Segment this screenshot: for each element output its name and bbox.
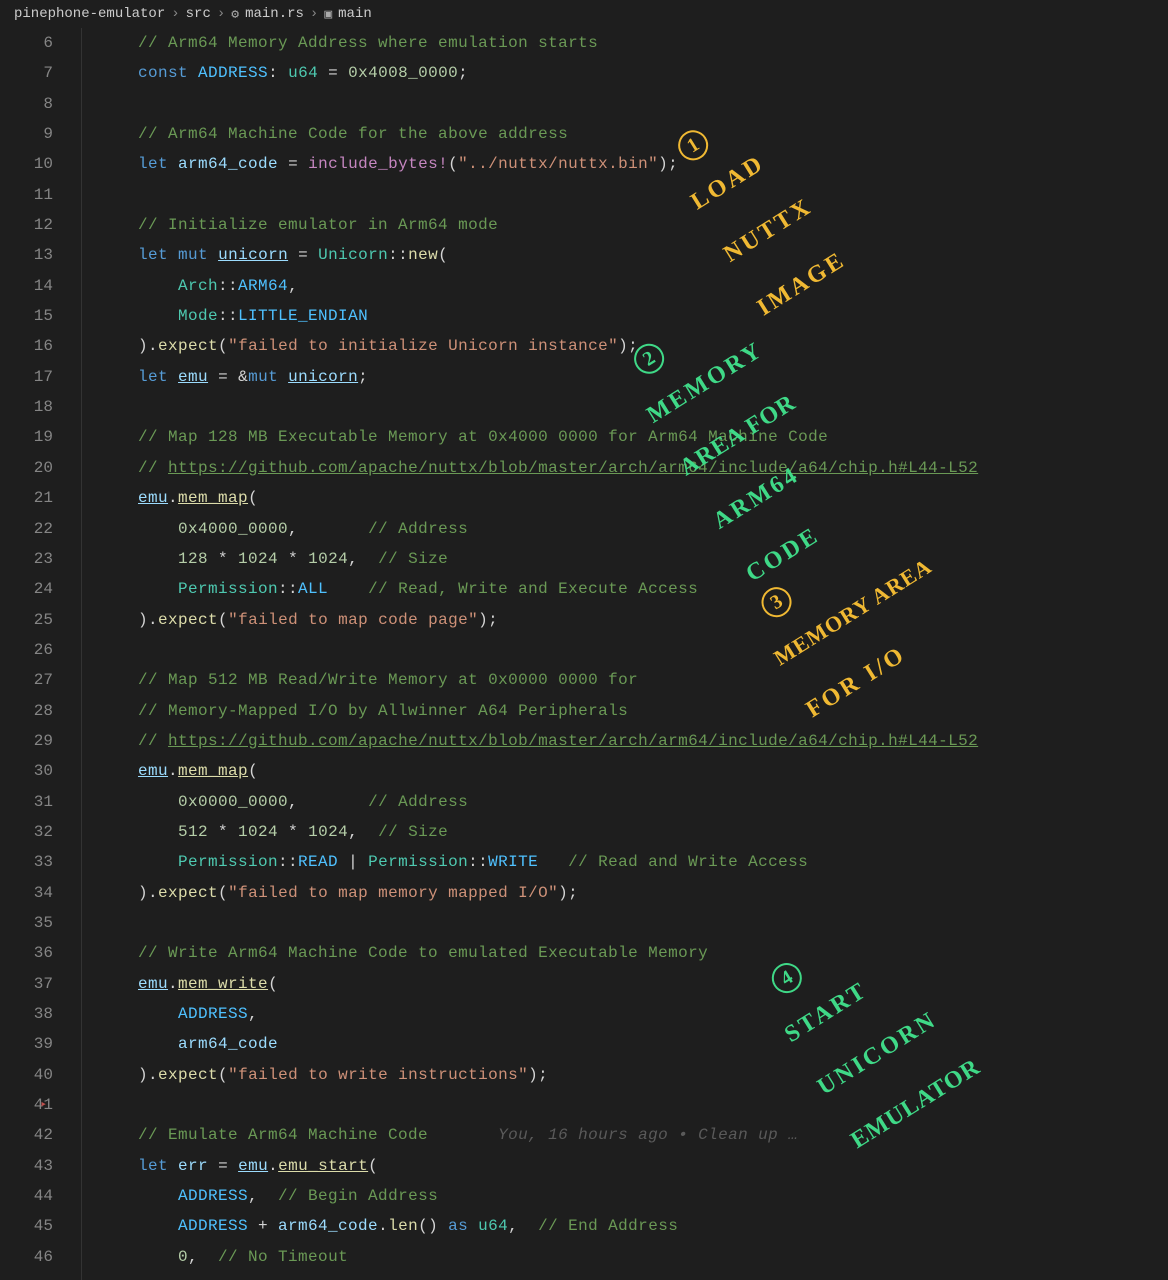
code-line[interactable] [98, 180, 978, 210]
code-line[interactable] [98, 908, 978, 938]
line-number[interactable]: 36 [0, 938, 53, 968]
line-number[interactable]: 35 [0, 908, 53, 938]
code-line[interactable]: 512 * 1024 * 1024, // Size [98, 817, 978, 847]
code-line[interactable]: 0, // No Timeout [98, 1242, 978, 1272]
code-line[interactable] [98, 392, 978, 422]
line-number[interactable]: 23 [0, 544, 53, 574]
code-line[interactable]: const ADDRESS: u64 = 0x4008_0000; [98, 58, 978, 88]
code-line[interactable]: // Write Arm64 Machine Code to emulated … [98, 938, 978, 968]
code-line[interactable]: ).expect("failed to map memory mapped I/… [98, 878, 978, 908]
breadcrumb[interactable]: pinephone-emulator › src › ⚙ main.rs › ▣… [0, 0, 1168, 28]
code-line[interactable]: // Arm64 Machine Code for the above addr… [98, 119, 978, 149]
line-number[interactable]: 25 [0, 605, 53, 635]
line-number[interactable]: 20 [0, 453, 53, 483]
code-line[interactable]: // Emulate Arm64 Machine Code You, 16 ho… [98, 1120, 978, 1150]
code-line[interactable]: emu.mem_map( [98, 756, 978, 786]
line-number[interactable]: 40 [0, 1060, 53, 1090]
line-number[interactable]: 13 [0, 240, 53, 270]
line-number[interactable]: 44 [0, 1181, 53, 1211]
line-number[interactable]: 27 [0, 665, 53, 695]
code-line[interactable]: ADDRESS, // Begin Address [98, 1181, 978, 1211]
code-line[interactable]: emu.mem_write( [98, 969, 978, 999]
line-number-gutter[interactable]: 6789101112131415161718192021222324252627… [0, 28, 82, 1280]
code-line[interactable]: ADDRESS + arm64_code.len() as u64, // En… [98, 1211, 978, 1241]
code-line[interactable]: // https://github.com/apache/nuttx/blob/… [98, 726, 978, 756]
code-line[interactable]: arm64_code [98, 1029, 978, 1059]
code-line[interactable]: Arch::ARM64, [98, 271, 978, 301]
line-number[interactable]: 9 [0, 119, 53, 149]
line-number[interactable]: 16 [0, 331, 53, 361]
breadcrumb-sep: › [217, 6, 225, 22]
line-number[interactable]: 31 [0, 787, 53, 817]
line-number[interactable]: 7 [0, 58, 53, 88]
line-number[interactable]: 11 [0, 180, 53, 210]
breadcrumb-sep: › [310, 6, 318, 22]
code-line[interactable]: // https://github.com/apache/nuttx/blob/… [98, 453, 978, 483]
line-number[interactable]: 46 [0, 1242, 53, 1272]
code-line[interactable]: // Map 128 MB Executable Memory at 0x400… [98, 422, 978, 452]
code-line[interactable]: // Initialize emulator in Arm64 mode [98, 210, 978, 240]
code-line[interactable]: let arm64_code = include_bytes!("../nutt… [98, 149, 978, 179]
code-line[interactable]: Mode::LITTLE_ENDIAN [98, 301, 978, 331]
breadcrumb-project[interactable]: pinephone-emulator [14, 6, 165, 22]
symbol-icon: ▣ [324, 7, 332, 22]
line-number[interactable]: 37 [0, 969, 53, 999]
breadcrumb-folder[interactable]: src [186, 6, 211, 22]
code-line[interactable]: // Arm64 Memory Address where emulation … [98, 28, 978, 58]
line-number[interactable]: 34 [0, 878, 53, 908]
code-line[interactable]: ).expect("failed to initialize Unicorn i… [98, 331, 978, 361]
breadcrumb-symbol[interactable]: main [338, 6, 372, 22]
line-number[interactable]: 8 [0, 89, 53, 119]
line-number[interactable]: 19 [0, 422, 53, 452]
code-line[interactable]: 0x4000_0000, // Address [98, 514, 978, 544]
line-number[interactable]: 21 [0, 483, 53, 513]
line-number[interactable]: 24 [0, 574, 53, 604]
rust-file-icon: ⚙ [231, 7, 239, 22]
code-line[interactable]: Permission::READ | Permission::WRITE // … [98, 847, 978, 877]
line-number[interactable]: 41▸ [0, 1090, 53, 1120]
code-editor[interactable]: 6789101112131415161718192021222324252627… [0, 28, 1168, 1280]
breadcrumb-sep: › [171, 6, 179, 22]
code-line[interactable]: let err = emu.emu_start( [98, 1151, 978, 1181]
line-number[interactable]: 12 [0, 210, 53, 240]
line-number[interactable]: 26 [0, 635, 53, 665]
code-line[interactable]: ADDRESS, [98, 999, 978, 1029]
line-number[interactable]: 32 [0, 817, 53, 847]
code-line[interactable] [98, 635, 978, 665]
line-number[interactable]: 22 [0, 514, 53, 544]
code-line[interactable]: // Memory-Mapped I/O by Allwinner A64 Pe… [98, 696, 978, 726]
code-line[interactable]: // Map 512 MB Read/Write Memory at 0x000… [98, 665, 978, 695]
line-number[interactable]: 28 [0, 696, 53, 726]
line-number[interactable]: 6 [0, 28, 53, 58]
line-number[interactable]: 30 [0, 756, 53, 786]
line-number[interactable]: 18 [0, 392, 53, 422]
line-number[interactable]: 39 [0, 1029, 53, 1059]
code-line[interactable]: ).expect("failed to map code page"); [98, 605, 978, 635]
code-line[interactable]: let mut unicorn = Unicorn::new( [98, 240, 978, 270]
fold-icon[interactable]: ▸ [40, 1090, 47, 1120]
code-line[interactable]: Permission::ALL // Read, Write and Execu… [98, 574, 978, 604]
code-line[interactable]: 128 * 1024 * 1024, // Size [98, 544, 978, 574]
code-line[interactable] [98, 89, 978, 119]
line-number[interactable]: 17 [0, 362, 53, 392]
code-line[interactable] [98, 1090, 978, 1120]
code-line[interactable]: 0x0000_0000, // Address [98, 787, 978, 817]
breadcrumb-file[interactable]: main.rs [245, 6, 304, 22]
line-number[interactable]: 14 [0, 271, 53, 301]
line-number[interactable]: 15 [0, 301, 53, 331]
line-number[interactable]: 10 [0, 149, 53, 179]
code-line[interactable]: emu.mem_map( [98, 483, 978, 513]
line-number[interactable]: 45 [0, 1211, 53, 1241]
code-area[interactable]: // Arm64 Memory Address where emulation … [82, 28, 978, 1280]
line-number[interactable]: 43 [0, 1151, 53, 1181]
line-number[interactable]: 33 [0, 847, 53, 877]
code-line[interactable]: let emu = &mut unicorn; [98, 362, 978, 392]
line-number[interactable]: 38 [0, 999, 53, 1029]
line-number[interactable]: 29 [0, 726, 53, 756]
line-number[interactable]: 42 [0, 1120, 53, 1150]
code-line[interactable]: ).expect("failed to write instructions")… [98, 1060, 978, 1090]
